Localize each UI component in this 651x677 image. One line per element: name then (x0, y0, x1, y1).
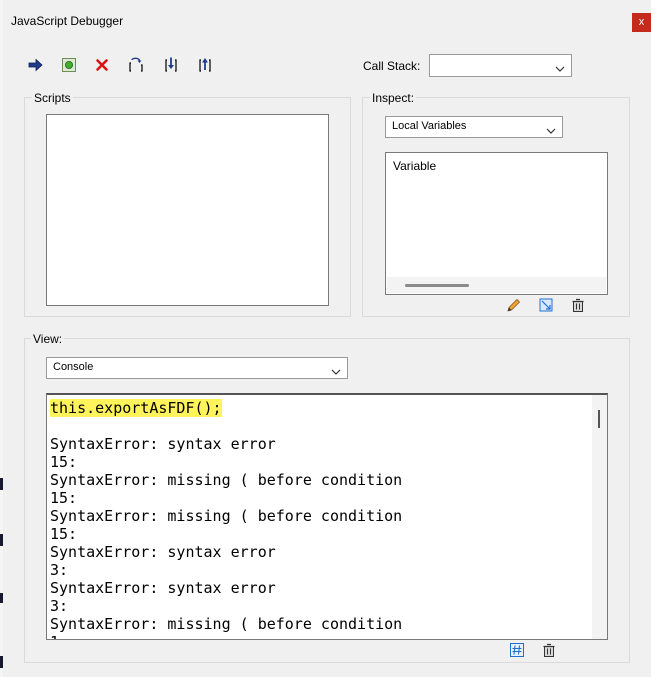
edit-button[interactable] (506, 297, 522, 313)
console-line: 15: (50, 489, 78, 507)
console-line: this.exportAsFDF(); (50, 399, 402, 417)
console-line: SyntaxError: syntax error (50, 543, 276, 561)
step-into-icon (162, 56, 180, 74)
step-out-icon (196, 56, 214, 74)
console-line: SyntaxError: missing ( before condition (50, 471, 403, 489)
step-out-button[interactable] (195, 55, 214, 74)
trash-icon (570, 297, 586, 313)
scripts-label: Scripts (32, 91, 73, 105)
step-over-icon (127, 56, 145, 74)
scripts-list[interactable] (46, 114, 329, 306)
interrupt-icon (61, 57, 77, 73)
console-line: 15: (50, 453, 78, 471)
call-stack-dropdown[interactable] (429, 54, 572, 77)
console-line: SyntaxError: missing ( before condition (50, 615, 403, 633)
console-line: SyntaxError: missing ( before condition (50, 507, 403, 525)
resize-icon (538, 297, 554, 313)
highlighted-command: this.exportAsFDF(); (50, 399, 222, 417)
resume-button[interactable] (26, 55, 45, 74)
inspect-selected: Local Variables (392, 120, 467, 132)
variable-column-header: Variable (393, 159, 437, 173)
view-label: View: (31, 332, 65, 346)
debugger-window: JavaScript Debugger x Call Stack: Script… (3, 0, 651, 677)
quit-icon (94, 57, 110, 73)
delete-button[interactable] (570, 297, 586, 313)
console-line: 3: (50, 597, 69, 615)
chevron-down-icon (555, 61, 565, 80)
step-over-button[interactable] (126, 55, 145, 74)
interrupt-button[interactable] (59, 55, 78, 74)
expand-button[interactable] (538, 297, 554, 313)
close-button[interactable]: x (632, 13, 651, 32)
console-line: SyntaxError: syntax error (50, 579, 276, 597)
inspect-dropdown[interactable]: Local Variables (385, 116, 563, 138)
vertical-scrollbar[interactable] (592, 395, 607, 639)
horizontal-scrollbar[interactable] (387, 277, 606, 293)
variables-list[interactable]: Variable (385, 152, 608, 295)
title-bar: JavaScript Debugger x (3, 0, 651, 40)
trash-icon (541, 642, 557, 658)
pencil-icon (506, 297, 522, 313)
console-line: 15: (50, 525, 78, 543)
console-lines: this.exportAsFDF(); SyntaxError: syntax … (50, 399, 403, 639)
view-selected: Console (53, 361, 94, 373)
hash-icon (509, 642, 525, 658)
inspect-label: Inspect: (370, 91, 417, 105)
console-line: 1: (50, 633, 402, 639)
resume-icon (28, 57, 44, 73)
window-title: JavaScript Debugger (11, 14, 124, 28)
step-into-button[interactable] (161, 55, 180, 74)
call-stack-label: Call Stack: (363, 59, 421, 73)
console-output[interactable]: this.exportAsFDF(); SyntaxError: syntax … (46, 393, 608, 640)
view-dropdown[interactable]: Console (46, 357, 348, 379)
chevron-down-icon (331, 364, 341, 383)
scrollbar-thumb[interactable] (598, 410, 600, 428)
chevron-down-icon (546, 123, 556, 142)
quit-button[interactable] (92, 55, 111, 74)
scrollbar-thumb[interactable] (405, 284, 469, 287)
console-line: SyntaxError: syntax error (50, 435, 276, 453)
clear-console-button[interactable] (509, 642, 525, 658)
console-line: 3: (50, 561, 69, 579)
delete-console-button[interactable] (541, 642, 557, 658)
